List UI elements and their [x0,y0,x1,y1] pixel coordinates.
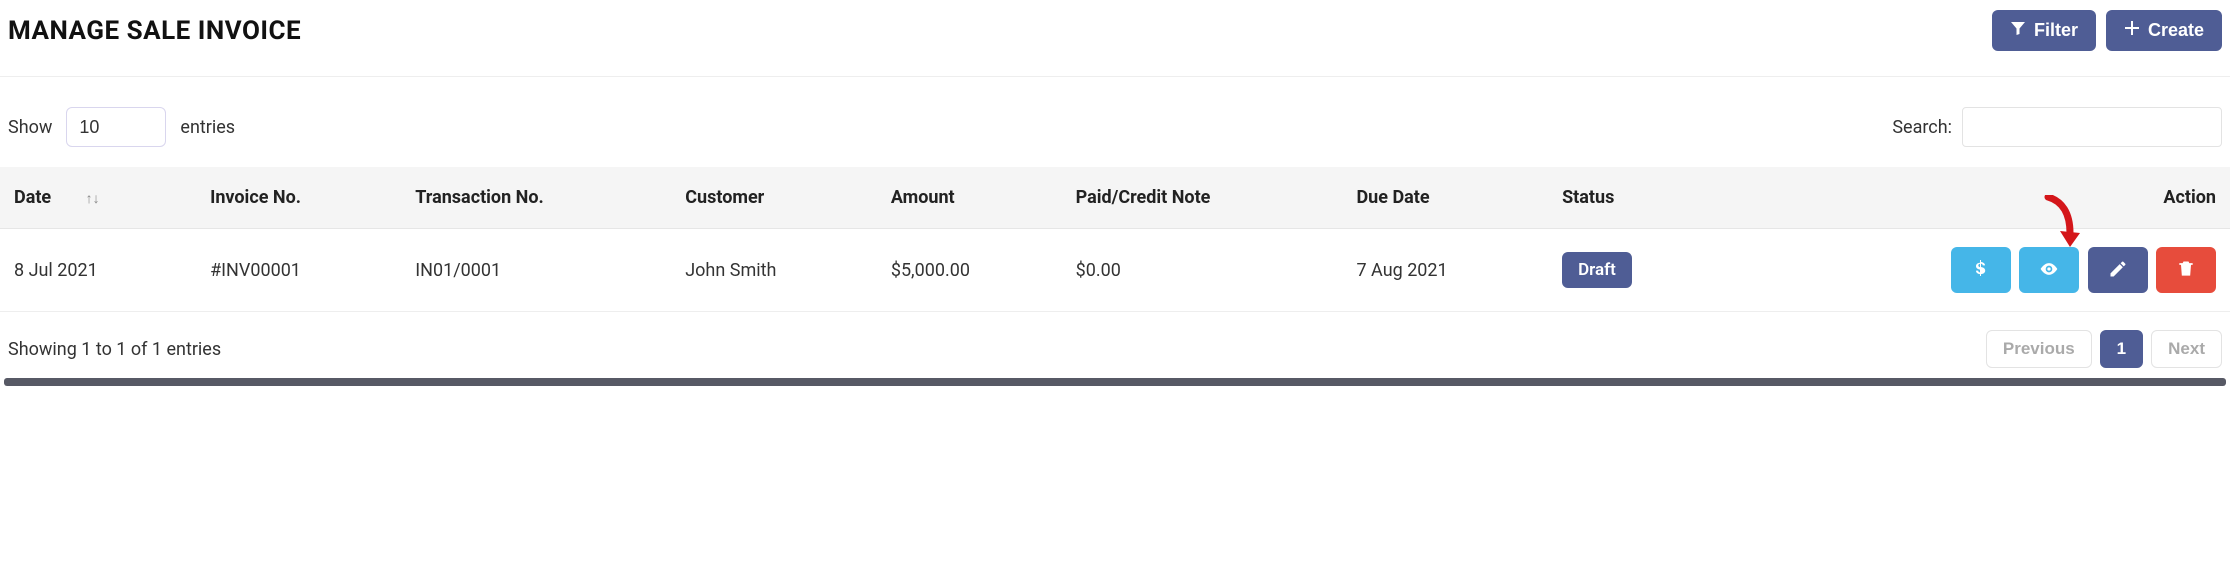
header-actions: Filter Create [1992,10,2222,51]
page-title: MANAGE SALE INVOICE [8,16,301,46]
show-label: Show [8,117,52,138]
filter-button-label: Filter [2034,20,2078,41]
col-date[interactable]: Date ↑↓ [0,167,196,229]
col-due-date[interactable]: Due Date [1342,167,1548,229]
prev-page-button[interactable]: Previous [1986,330,2092,368]
cell-transaction-no: IN01/0001 [401,229,671,312]
entries-label: entries [180,117,235,138]
cell-date: 8 Jul 2021 [0,229,196,312]
page-header: MANAGE SALE INVOICE Filter Create [0,0,2230,77]
page-1-button[interactable]: 1 [2100,330,2143,368]
col-invoice-no[interactable]: Invoice No. [196,167,401,229]
col-action: Action [1717,167,2230,229]
table-info: Showing 1 to 1 of 1 entries [8,339,221,360]
search-wrap: Search: [1892,107,2222,147]
cell-amount: $5,000.00 [877,229,1062,312]
page-size-select[interactable] [66,107,166,147]
status-badge: Draft [1562,252,1632,288]
view-button[interactable] [2019,247,2079,293]
create-button-label: Create [2148,20,2204,41]
eye-icon [2039,259,2059,282]
pay-button[interactable] [1951,247,2011,293]
pencil-icon [2108,259,2128,282]
cell-due-date: 7 Aug 2021 [1342,229,1548,312]
table-row: 8 Jul 2021 #INV00001 IN01/0001 John Smit… [0,229,2230,312]
search-label: Search: [1892,117,1952,138]
cell-paid: $0.00 [1062,229,1343,312]
col-date-label: Date [14,187,51,208]
horizontal-scrollbar[interactable] [4,378,2226,386]
table-footer: Showing 1 to 1 of 1 entries Previous 1 N… [0,312,2230,374]
trash-icon [2176,259,2196,282]
cell-customer: John Smith [671,229,877,312]
create-button[interactable]: Create [2106,10,2222,51]
col-customer[interactable]: Customer [671,167,877,229]
plus-icon [2124,20,2140,41]
filter-button[interactable]: Filter [1992,10,2096,51]
col-paid[interactable]: Paid/Credit Note [1062,167,1343,229]
col-transaction-no[interactable]: Transaction No. [401,167,671,229]
delete-button[interactable] [2156,247,2216,293]
cell-status: Draft [1548,229,1717,312]
search-input[interactable] [1962,107,2222,147]
dollar-icon [1971,259,1991,282]
edit-button[interactable] [2088,247,2148,293]
show-entries: Show entries [8,107,235,147]
next-page-button[interactable]: Next [2151,330,2222,368]
sort-icon: ↑↓ [86,191,100,207]
col-amount[interactable]: Amount [877,167,1062,229]
table-header-row: Date ↑↓ Invoice No. Transaction No. Cust… [0,167,2230,229]
col-status[interactable]: Status [1548,167,1717,229]
cell-invoice-no: #INV00001 [196,229,401,312]
invoice-table: Date ↑↓ Invoice No. Transaction No. Cust… [0,167,2230,312]
controls-row: Show entries Search: [0,77,2230,167]
filter-icon [2010,20,2026,41]
cell-action [1717,229,2230,312]
pagination: Previous 1 Next [1986,330,2222,368]
